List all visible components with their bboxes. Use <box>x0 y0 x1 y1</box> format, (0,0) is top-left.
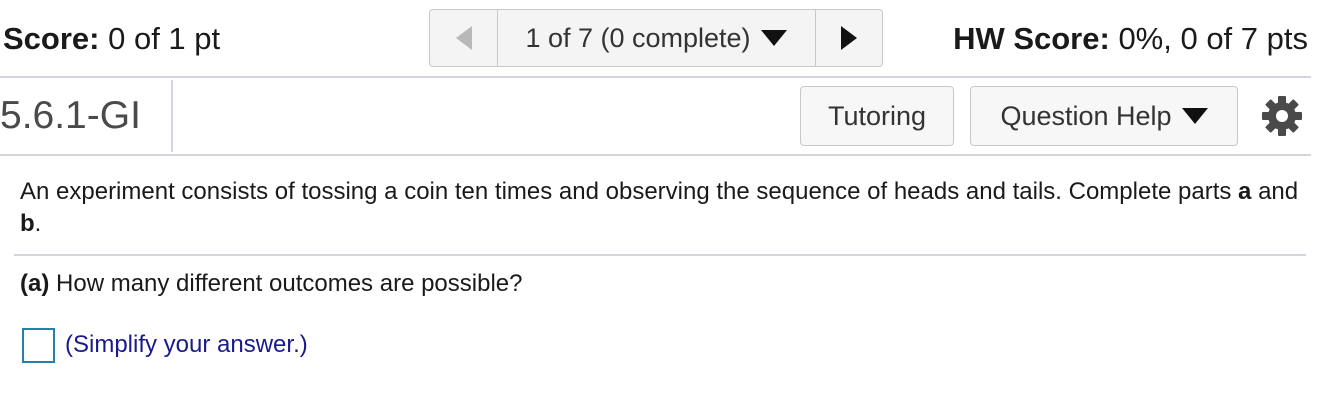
caret-down-icon <box>760 30 787 46</box>
part-a-text: How many different outcomes are possible… <box>56 270 523 297</box>
question-navigator: 1 of 7 (0 complete) <box>429 9 883 67</box>
problem-and: and <box>1258 178 1299 205</box>
question-help-label: Question Help <box>1000 100 1172 131</box>
part-b-reference: b <box>20 210 35 237</box>
gear-icon[interactable] <box>1260 94 1304 138</box>
header-divider <box>0 76 1311 78</box>
top-bar: Score: 0 of 1 pt 1 of 7 (0 complete) HW … <box>0 0 1326 76</box>
simplify-hint: (Simplify your answer.) <box>65 331 308 358</box>
tutoring-label: Tutoring <box>827 100 927 131</box>
question-help-button[interactable]: Question Help <box>970 86 1238 146</box>
question-bar-divider <box>0 154 1311 156</box>
next-question-button[interactable] <box>815 10 882 66</box>
question-id-divider <box>171 80 173 152</box>
part-a-label: (a) <box>20 270 50 297</box>
hw-score-label: HW Score: <box>953 21 1110 56</box>
problem-divider <box>14 254 1306 256</box>
problem-intro: An experiment consists of tossing a coin… <box>20 178 1232 205</box>
question-selector-dropdown[interactable]: 1 of 7 (0 complete) <box>497 10 816 66</box>
part-a-question: (a) How many different outcomes are poss… <box>20 268 522 300</box>
question-score: Score: 0 of 1 pt <box>3 20 220 58</box>
triangle-left-icon <box>455 26 472 50</box>
problem-period: . <box>34 210 42 237</box>
answer-input[interactable] <box>22 328 55 363</box>
homework-score: HW Score: 0%, 0 of 7 pts <box>953 20 1308 58</box>
hw-score-value: 0%, 0 of 7 pts <box>1118 21 1308 56</box>
caret-down-icon <box>1181 108 1208 124</box>
previous-question-button[interactable] <box>430 10 498 66</box>
score-value: 0 of 1 pt <box>108 21 221 56</box>
part-a-reference: a <box>1238 178 1252 205</box>
score-label: Score: <box>3 21 100 56</box>
question-id: 5.6.1-GI <box>0 94 141 137</box>
problem-statement: An experiment consists of tossing a coin… <box>20 176 1300 240</box>
question-position-text: 1 of 7 (0 complete) <box>525 22 751 53</box>
tutoring-button[interactable]: Tutoring <box>800 86 954 146</box>
triangle-right-icon <box>840 26 857 50</box>
